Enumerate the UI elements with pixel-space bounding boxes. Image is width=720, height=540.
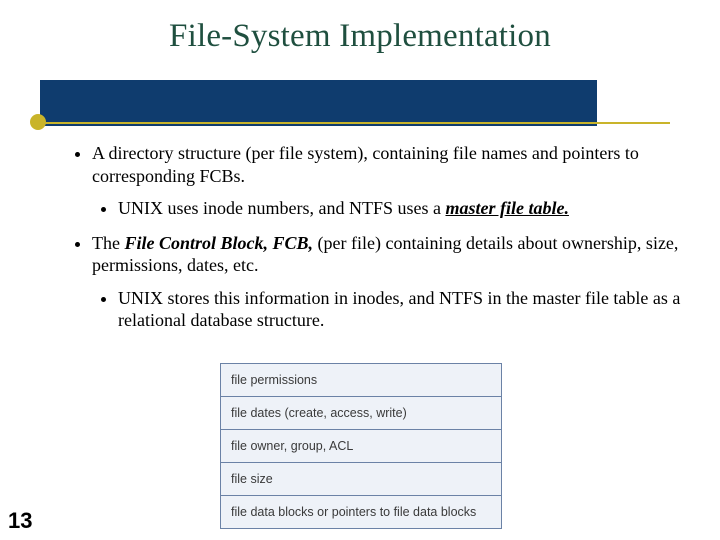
title-bar (40, 80, 597, 126)
slide-title: File-System Implementation (0, 18, 720, 55)
text: A directory structure (per file system),… (92, 143, 639, 186)
text: UNIX stores this information in inodes, … (118, 288, 680, 331)
text: UNIX uses inode numbers, and NTFS uses a (118, 198, 445, 218)
table-row: file size (221, 462, 501, 495)
table-row: file data blocks or pointers to file dat… (221, 495, 501, 528)
fcb-diagram: file permissions file dates (create, acc… (220, 363, 502, 529)
bullet-directory-structure: A directory structure (per file system),… (92, 142, 690, 220)
table-row: file dates (create, access, write) (221, 396, 501, 429)
bullet-unix-ntfs-mft: UNIX uses inode numbers, and NTFS uses a… (118, 197, 690, 220)
text: The (92, 233, 124, 253)
page-number: 13 (8, 508, 32, 534)
master-file-table-term: master file table. (445, 198, 568, 218)
bullet-fcb: The File Control Block, FCB, (per file) … (92, 232, 690, 332)
slide-body: A directory structure (per file system),… (70, 142, 690, 344)
bullet-unix-inodes: UNIX stores this information in inodes, … (118, 287, 690, 332)
fcb-term: File Control Block, FCB, (124, 233, 313, 253)
accent-underline (42, 122, 670, 124)
table-row: file owner, group, ACL (221, 429, 501, 462)
table-row: file permissions (221, 364, 501, 396)
